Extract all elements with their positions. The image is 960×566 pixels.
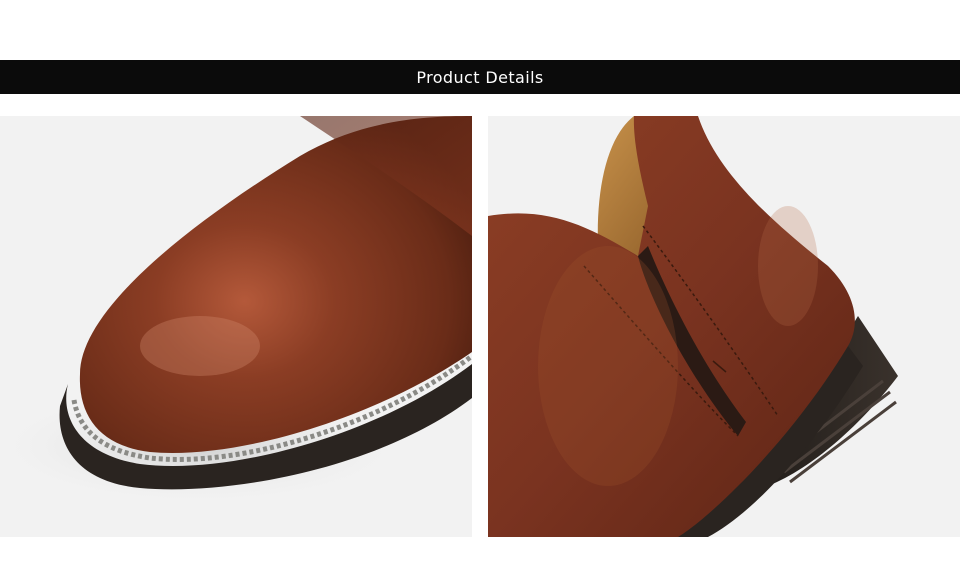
boot-side-photo-icon [488, 116, 898, 537]
toe-closeup-image [0, 116, 472, 537]
product-details-banner: Product Details [0, 60, 960, 94]
side-closeup-image [488, 116, 960, 537]
banner-title: Product Details [416, 67, 544, 87]
boot-toe-photo-icon [10, 116, 472, 506]
